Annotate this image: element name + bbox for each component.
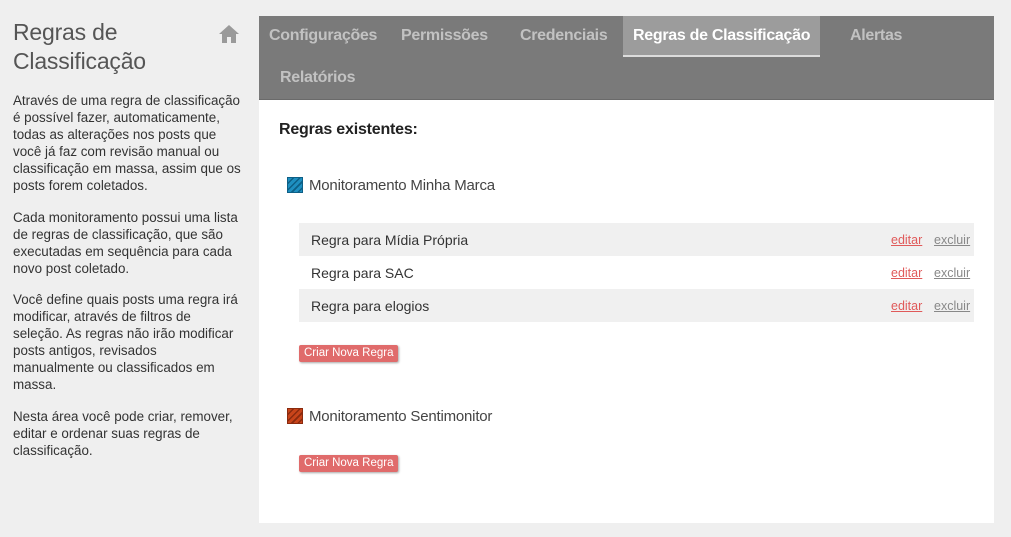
rule-row: Regra para SAC editar excluir: [299, 256, 974, 289]
delete-rule-link[interactable]: excluir: [934, 233, 970, 247]
edit-rule-link[interactable]: editar: [891, 266, 922, 280]
monitor-color-swatch: [287, 408, 303, 424]
tab-alertas[interactable]: Alertas: [850, 16, 902, 56]
edit-rule-link[interactable]: editar: [891, 233, 922, 247]
tab-permissoes[interactable]: Permissões: [401, 16, 488, 56]
monitor-color-swatch: [287, 177, 303, 193]
sidebar-description: Através de uma regra de classificação é …: [13, 92, 241, 473]
delete-rule-link[interactable]: excluir: [934, 299, 970, 313]
description-paragraph: Através de uma regra de classificação é …: [13, 93, 241, 193]
page-title: Regras de Classificação: [13, 19, 146, 74]
home-icon[interactable]: [218, 24, 240, 44]
delete-rule-link[interactable]: excluir: [934, 266, 970, 280]
tab-regras-de-classificacao[interactable]: Regras de Classificação: [623, 16, 821, 57]
tab-configuracoes[interactable]: Configurações: [269, 16, 377, 56]
rule-name: Regra para elogios: [311, 297, 430, 314]
rule-row: Regra para elogios editar excluir: [299, 289, 974, 322]
description-paragraph: Você define quais posts uma regra irá mo…: [13, 292, 238, 392]
tab-credenciais[interactable]: Credenciais: [520, 16, 608, 56]
description-paragraph: Nesta área você pode criar, remover, edi…: [13, 408, 233, 458]
create-rule-button[interactable]: Criar Nova Regra: [299, 345, 399, 362]
edit-rule-link[interactable]: editar: [891, 299, 922, 313]
section-heading: Regras existentes:: [279, 121, 418, 138]
tab-bar: Configurações Permissões Credenciais Reg…: [259, 16, 994, 100]
monitor-name: Monitoramento Sentimonitor: [309, 407, 493, 425]
rule-row: Regra para Mídia Própria editar excluir: [299, 223, 974, 256]
monitor-group-header: Monitoramento Minha Marca: [287, 175, 495, 195]
monitor-group-header: Monitoramento Sentimonitor: [287, 406, 492, 426]
create-rule-button[interactable]: Criar Nova Regra: [299, 455, 399, 472]
rule-name: Regra para Mídia Própria: [311, 231, 469, 248]
description-paragraph: Cada monitoramento possui uma lista de r…: [13, 209, 238, 276]
rule-name: Regra para SAC: [311, 264, 414, 281]
main-panel: Configurações Permissões Credenciais Reg…: [259, 16, 994, 523]
sidebar: Regras de Classificação Através de uma r…: [0, 0, 250, 537]
tab-relatorios[interactable]: Relatórios: [280, 58, 356, 98]
monitor-name: Monitoramento Minha Marca: [309, 176, 495, 194]
